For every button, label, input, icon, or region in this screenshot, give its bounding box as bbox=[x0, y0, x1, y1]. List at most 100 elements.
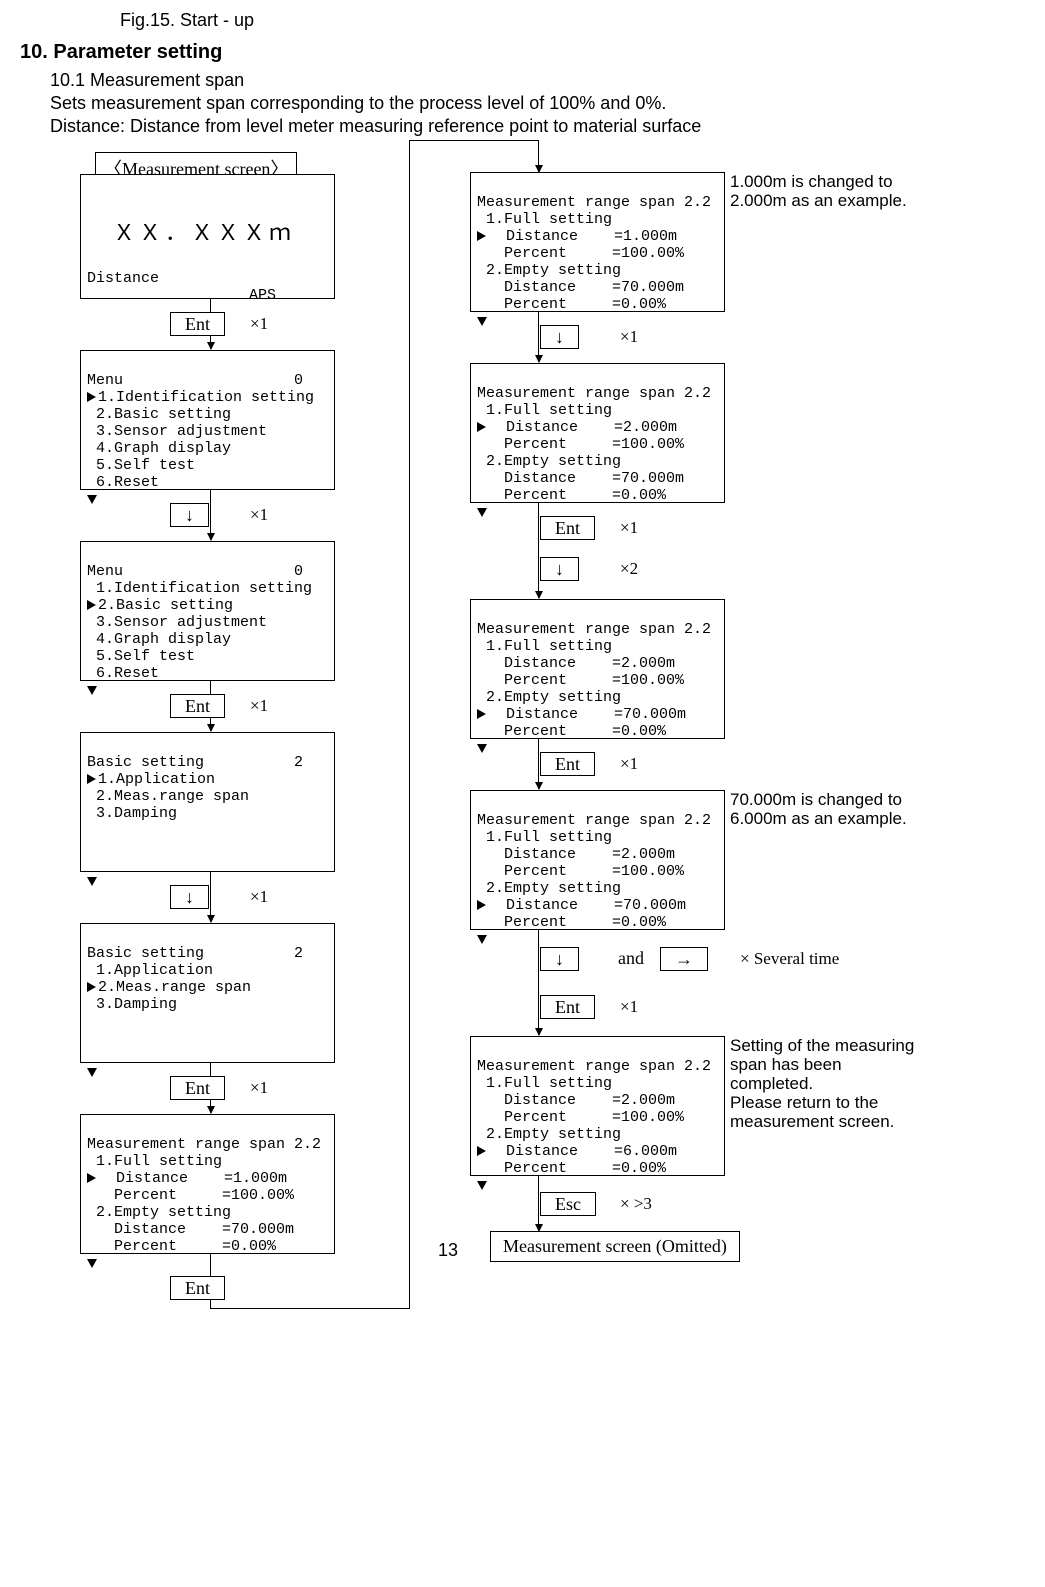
down-button[interactable]: ↓ bbox=[170, 503, 209, 527]
basic-setting-screen: Basic setting 2 1.Application 2.Meas.ran… bbox=[80, 732, 335, 872]
ent-button[interactable]: Ent bbox=[170, 694, 225, 718]
screen-title: Measurement range span 2.2 bbox=[477, 812, 711, 829]
screen-title: Measurement range span 2.2 bbox=[477, 1058, 711, 1075]
screen-line: Distance =2.000m bbox=[486, 846, 675, 863]
menu-item: 1.Application bbox=[98, 771, 215, 788]
down-button[interactable]: ↓ bbox=[540, 947, 579, 971]
screen-title: Menu 0 bbox=[87, 372, 303, 389]
screen-line: 1.Full setting bbox=[486, 211, 612, 228]
figure-caption: Fig.15. Start - up bbox=[120, 10, 1025, 31]
screen-line: Percent =100.00% bbox=[486, 863, 684, 880]
screen-line: Distance =1.000m bbox=[488, 228, 677, 245]
down-indicator-icon bbox=[477, 935, 487, 944]
flow-arrow bbox=[210, 490, 211, 540]
span-screen: Measurement range span 2.2 1.Full settin… bbox=[470, 363, 725, 503]
screen-line: 1.Full setting bbox=[486, 638, 612, 655]
menu-item: 4.Graph display bbox=[96, 631, 231, 648]
down-indicator-icon bbox=[87, 686, 97, 695]
menu-item: 3.Damping bbox=[96, 996, 177, 1013]
flow-arrow bbox=[538, 312, 539, 362]
distance-label: Distance bbox=[87, 270, 159, 287]
menu-item: 4.Graph display bbox=[96, 440, 231, 457]
screen-line: Percent =0.00% bbox=[486, 914, 666, 931]
screen-line: Percent =0.00% bbox=[96, 1238, 276, 1255]
screen-title: Menu 0 bbox=[87, 563, 303, 580]
menu-item: 2.Meas.range span bbox=[96, 788, 249, 805]
menu-item: 2.Basic setting bbox=[98, 597, 233, 614]
measurement-screen: ＸＸ．ＸＸＸｍ Distance APS bbox=[80, 174, 335, 299]
screen-title: Measurement range span 2.2 bbox=[477, 385, 711, 402]
cursor-icon bbox=[477, 900, 486, 910]
esc-button[interactable]: Esc bbox=[540, 1192, 596, 1216]
screen-line: Distance =70.000m bbox=[96, 1221, 294, 1238]
and-label: and bbox=[618, 948, 644, 969]
ent-button[interactable]: Ent bbox=[540, 995, 595, 1019]
menu-item: 6.Reset bbox=[96, 474, 159, 491]
menu-item: 2.Meas.range span bbox=[98, 979, 251, 996]
menu-item: 3.Sensor adjustment bbox=[96, 423, 267, 440]
screen-line: Distance =6.000m bbox=[488, 1143, 677, 1160]
ent-button[interactable]: Ent bbox=[170, 1276, 225, 1300]
down-button[interactable]: ↓ bbox=[540, 557, 579, 581]
screen-line: 1.Full setting bbox=[486, 1075, 612, 1092]
cursor-icon bbox=[477, 422, 486, 432]
screen-title: Basic setting 2 bbox=[87, 754, 303, 771]
cursor-icon bbox=[87, 982, 96, 992]
ent-button[interactable]: Ent bbox=[540, 516, 595, 540]
screen-line: Distance =70.000m bbox=[486, 470, 684, 487]
cursor-icon bbox=[87, 392, 96, 402]
menu-item: 1.Identification setting bbox=[96, 580, 312, 597]
screen-title: Measurement range span 2.2 bbox=[477, 621, 711, 638]
span-screen: Measurement range span 2.2 1.Full settin… bbox=[470, 172, 725, 312]
flow-connector bbox=[409, 140, 539, 141]
cursor-icon bbox=[477, 1146, 486, 1156]
screen-line bbox=[87, 196, 237, 213]
measurement-screen-omitted: Measurement screen (Omitted) bbox=[490, 1231, 740, 1262]
screen-line: Distance =70.000m bbox=[486, 279, 684, 296]
annotation: Setting of the measuring span has been c… bbox=[730, 1036, 914, 1131]
flow-arrow bbox=[538, 503, 539, 598]
flow-connector bbox=[409, 140, 410, 1308]
down-indicator-icon bbox=[477, 508, 487, 517]
menu-item: 3.Damping bbox=[96, 805, 177, 822]
flow-arrow bbox=[538, 739, 539, 789]
menu-item: 2.Basic setting bbox=[96, 406, 231, 423]
down-indicator-icon bbox=[477, 744, 487, 753]
down-button[interactable]: ↓ bbox=[540, 325, 579, 349]
page-number: 13 bbox=[438, 1240, 458, 1261]
screen-line: 2.Empty setting bbox=[486, 453, 621, 470]
body-text: Sets measurement span corresponding to t… bbox=[50, 93, 1025, 114]
ent-button[interactable]: Ent bbox=[540, 752, 595, 776]
screen-line: Percent =0.00% bbox=[486, 296, 666, 313]
times-label: ×1 bbox=[250, 505, 268, 525]
cursor-icon bbox=[477, 231, 486, 241]
times-label: × >3 bbox=[620, 1194, 652, 1214]
down-indicator-icon bbox=[87, 1259, 97, 1268]
down-button[interactable]: ↓ bbox=[170, 885, 209, 909]
flow-connector bbox=[210, 1308, 410, 1309]
menu-item: 1.Identification setting bbox=[98, 389, 314, 406]
ent-button[interactable]: Ent bbox=[170, 312, 225, 336]
screen-line: Percent =100.00% bbox=[486, 672, 684, 689]
down-indicator-icon bbox=[87, 1068, 97, 1077]
screen-line: 1.Full setting bbox=[486, 402, 612, 419]
screen-line: 2.Empty setting bbox=[486, 262, 621, 279]
times-label: ×1 bbox=[250, 314, 268, 334]
cursor-icon bbox=[87, 600, 96, 610]
span-screen: Measurement range span 2.2 1.Full settin… bbox=[470, 599, 725, 739]
ent-button[interactable]: Ent bbox=[170, 1076, 225, 1100]
screen-line: Percent =0.00% bbox=[486, 723, 666, 740]
screen-line: Percent =0.00% bbox=[486, 1160, 666, 1177]
right-button[interactable]: → bbox=[660, 947, 708, 971]
menu-screen: Menu 0 1.Identification setting 2.Basic … bbox=[80, 541, 335, 681]
screen-line: 2.Empty setting bbox=[486, 1126, 621, 1143]
span-screen: Measurement range span 2.2 1.Full settin… bbox=[470, 790, 725, 930]
screen-title: Measurement range span 2.2 bbox=[477, 194, 711, 211]
flow-diagram: 〈Measurement screen〉 ＸＸ．ＸＸＸｍ Distance AP… bbox=[20, 152, 1025, 1517]
span-screen: Measurement range span 2.2 1.Full settin… bbox=[80, 1114, 335, 1254]
aps-label: APS bbox=[87, 287, 276, 304]
body-text: Distance: Distance from level meter meas… bbox=[50, 116, 1025, 137]
down-indicator-icon bbox=[87, 877, 97, 886]
times-label: ×1 bbox=[250, 696, 268, 716]
down-indicator-icon bbox=[477, 317, 487, 326]
